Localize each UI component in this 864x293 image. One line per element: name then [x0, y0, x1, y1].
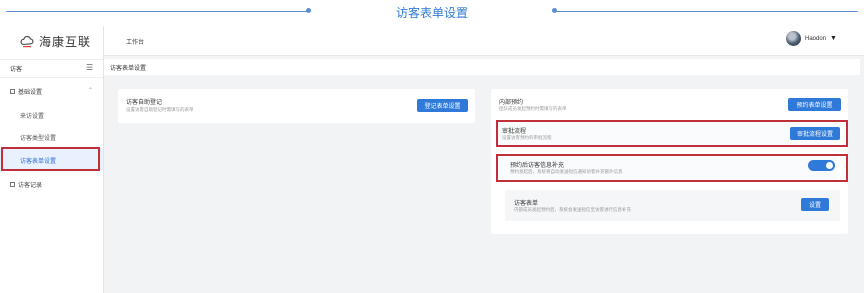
record-square-icon: [10, 182, 15, 187]
reservation-description: 团队成员发起预约时需填写的表单: [499, 106, 567, 111]
self-registration-card: 访客自助登记 设置访客自助登记时需填写的表单 登记表单设置: [118, 89, 475, 123]
visitor-form-settings-button[interactable]: 设置: [801, 198, 829, 211]
logo-text: 海康互联: [39, 34, 92, 49]
visitor-form-description: 内部成员发起预约后，系统会发送短信至访客进行信息补充: [514, 207, 631, 212]
sidebar-group-basic-settings[interactable]: 基础设置 ⌃: [10, 87, 93, 96]
sidebar-item-visit-settings[interactable]: 来访设置: [20, 111, 44, 120]
cloud-logo-icon: [20, 34, 34, 48]
sidebar-group-label: 基础设置: [18, 90, 43, 96]
reservation-form-settings-button[interactable]: 预约表单设置: [788, 98, 841, 111]
logo: 海康互联: [20, 34, 92, 49]
banner-divider-right: [554, 11, 858, 12]
sidebar-item-visitor-type-settings[interactable]: 访客类型设置: [20, 133, 56, 142]
banner-title: 访客表单设置: [395, 6, 468, 20]
highlight-box-approval: [496, 120, 848, 147]
card-description: 设置访客自助登记时需填写的表单: [126, 107, 194, 112]
chevron-up-icon: ⌃: [88, 88, 94, 94]
page-banner: 访客表单设置: [0, 0, 864, 26]
app-window: 海康互联 访客 ☰ 基础设置 ⌃ 来访设置 访客类型设置 访客表单设置 访客记录…: [0, 26, 864, 293]
caret-down-icon: ▼: [830, 35, 837, 42]
page-title: 访客表单设置: [110, 66, 147, 72]
card-title: 访客自助登记: [126, 100, 163, 106]
settings-square-icon: [10, 89, 15, 94]
user-menu[interactable]: Haodon ▼: [786, 31, 837, 46]
reservation-title: 内部预约: [499, 100, 524, 106]
sidebar: 海康互联 访客 ☰ 基础设置 ⌃ 来访设置 访客类型设置 访客表单设置 访客记录: [0, 26, 104, 293]
highlight-box-sidebar: [1, 147, 100, 171]
user-name: Haodon: [805, 35, 827, 42]
avatar: [786, 31, 801, 46]
highlight-box-supplement: [496, 154, 848, 182]
visitor-form-row: 访客表单 内部成员发起预约后，系统会发送短信至访客进行信息补充 设置: [505, 190, 840, 221]
menu-collapse-icon[interactable]: ☰: [86, 64, 93, 72]
page-title-bar: 访客表单设置: [104, 59, 860, 75]
top-bar: 工作台 Haodon ▼: [104, 26, 864, 56]
breadcrumb[interactable]: 工作台: [126, 37, 144, 46]
sidebar-group-label: 访客记录: [18, 183, 43, 189]
sidebar-header: 访客 ☰: [0, 59, 103, 78]
visitor-form-title: 访客表单: [514, 201, 539, 207]
registration-form-settings-button[interactable]: 登记表单设置: [417, 99, 468, 112]
sidebar-group-visitor-records[interactable]: 访客记录: [10, 180, 42, 189]
sidebar-section-title: 访客: [10, 67, 23, 73]
